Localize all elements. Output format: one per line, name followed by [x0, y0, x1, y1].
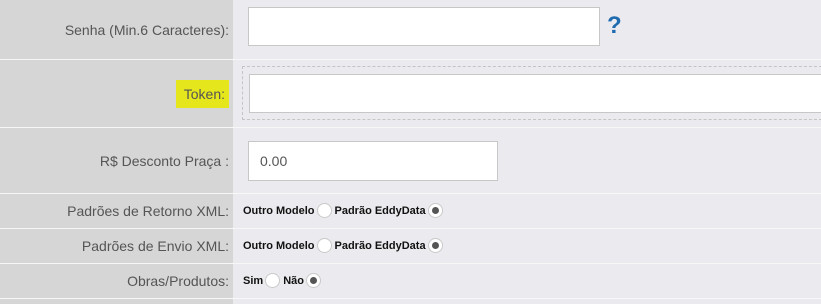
token-label-cell: Token: [0, 60, 233, 127]
row-desconto: R$ Desconto Praça : [0, 128, 821, 193]
desconto-label-cell: R$ Desconto Praça : [0, 128, 233, 193]
radio-label-outro-modelo: Outro Modelo [243, 239, 315, 252]
radio-outro-modelo[interactable] [316, 238, 332, 253]
question-mark-icon[interactable]: ? [607, 14, 622, 38]
next-label-cell [0, 299, 233, 304]
settings-form: Senha (Min.6 Caracteres): ? Token: R$ De… [0, 0, 821, 304]
token-input[interactable] [249, 74, 821, 113]
radio-label-padrao-eddydata: Padrão EddyData [334, 239, 426, 252]
row-senha: Senha (Min.6 Caracteres): ? [0, 0, 821, 59]
radio-label-sim: Sim [243, 274, 264, 287]
envio-label-cell: Padrões de Envio XML: [0, 229, 233, 263]
radio-nao[interactable] [305, 273, 321, 288]
token-value-cell [233, 60, 821, 127]
radio-label-padrao-eddydata: Padrão EddyData [334, 204, 426, 217]
radio-label-outro-modelo: Outro Modelo [243, 204, 315, 217]
row-token: Token: [0, 60, 821, 127]
senha-input[interactable] [248, 7, 600, 46]
envio-xml-radio-group: Outro Modelo Padrão EddyData [243, 238, 446, 253]
next-value-cell [233, 299, 821, 304]
retorno-xml-label: Padrões de Retorno XML: [67, 203, 229, 219]
senha-value-cell: ? [233, 0, 821, 59]
row-next-partial [0, 299, 821, 304]
retorno-xml-radio-group: Outro Modelo Padrão EddyData [243, 203, 446, 218]
desconto-value-cell [233, 128, 821, 193]
row-obras: Obras/Produtos: [0, 264, 821, 298]
senha-label: Senha (Min.6 Caracteres): [64, 21, 229, 38]
desconto-input[interactable] [248, 141, 498, 181]
radio-label-nao: Não [283, 274, 304, 287]
senha-label-cell: Senha (Min.6 Caracteres): [0, 0, 233, 59]
radio-padrao-eddydata[interactable] [427, 238, 443, 253]
radio-sim[interactable] [265, 273, 281, 288]
envio-xml-label: Padrões de Envio XML: [81, 238, 229, 254]
radio-outro-modelo[interactable] [316, 203, 332, 218]
obras-radio-group: Sim Não [243, 273, 324, 288]
desconto-label: R$ Desconto Praça : [99, 152, 229, 169]
obras-label-cell: Obras/Produtos: [0, 264, 233, 298]
radio-padrao-eddydata[interactable] [427, 203, 443, 218]
retorno-label-cell: Padrões de Retorno XML: [0, 194, 233, 228]
obras-label: Obras/Produtos: [127, 273, 229, 289]
token-label: Token: [175, 79, 229, 108]
